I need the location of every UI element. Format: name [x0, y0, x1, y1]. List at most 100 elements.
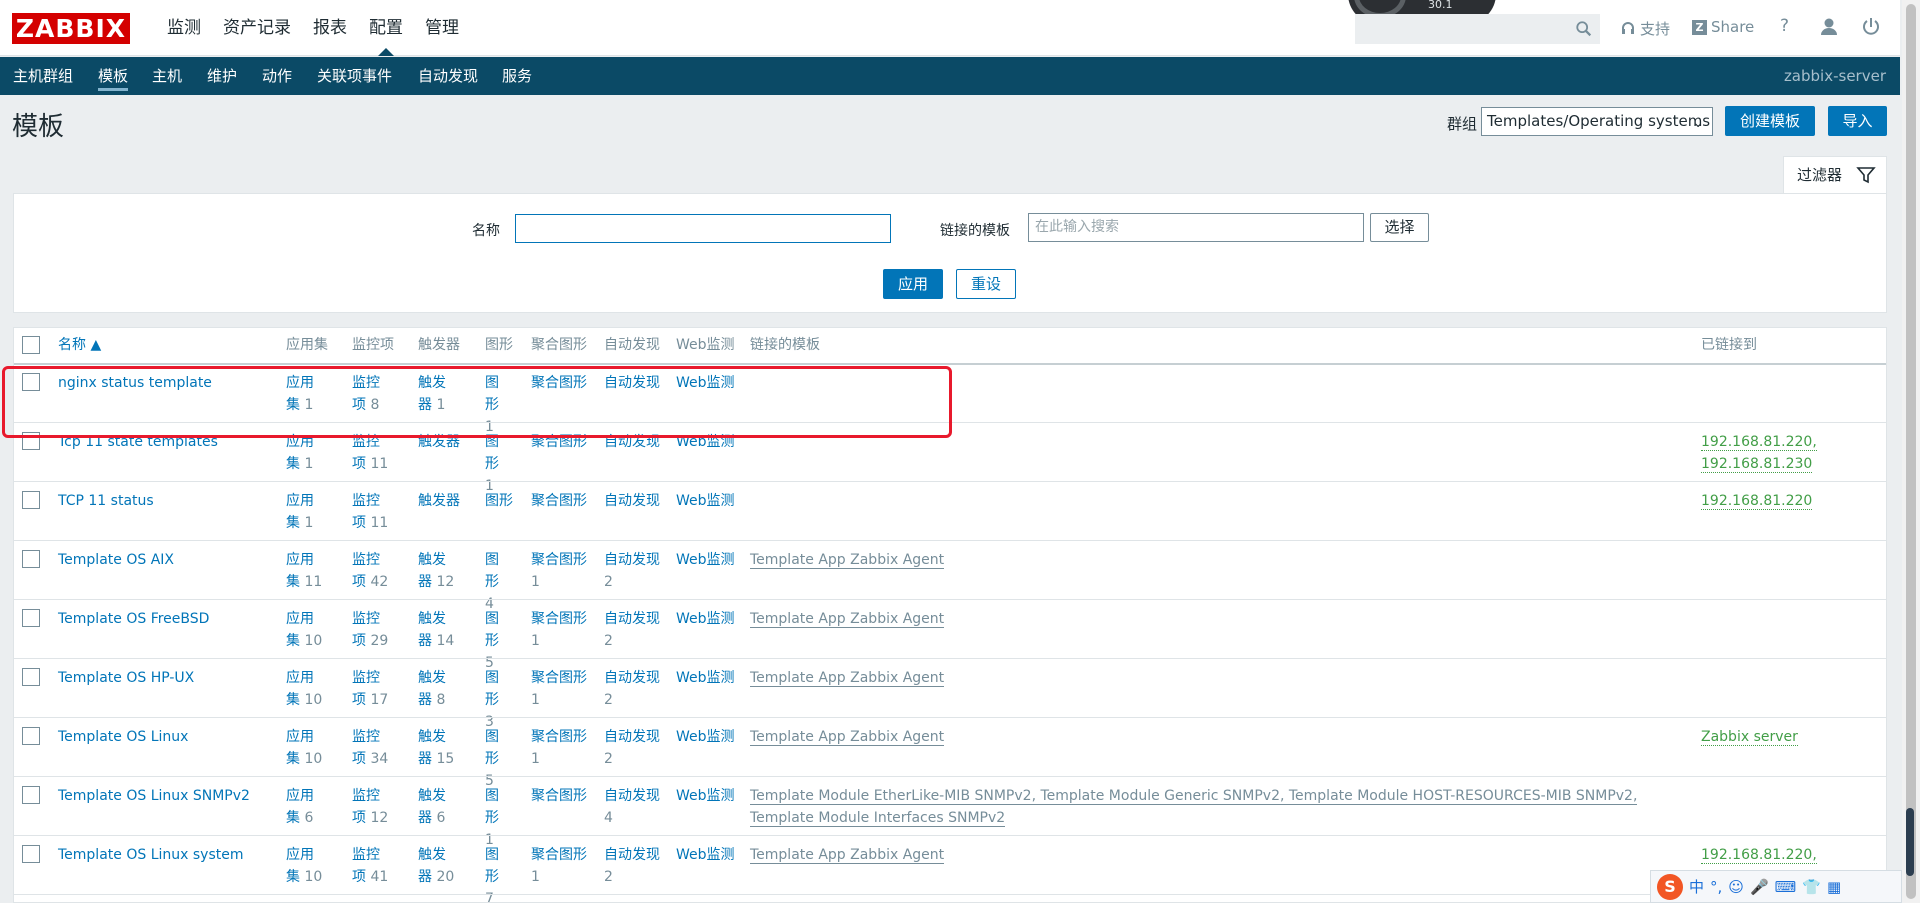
screens-label[interactable]: 聚合图形 — [531, 552, 587, 568]
floating-slider-widget[interactable] — [1906, 808, 1914, 876]
graphs-label[interactable]: 图形 — [485, 434, 499, 472]
linked-template-link[interactable]: Template App Zabbix Agent — [750, 611, 945, 628]
row-checkbox[interactable] — [22, 727, 40, 745]
screens-label[interactable]: 聚合图形 — [531, 670, 587, 686]
menu-administration[interactable]: 管理 — [414, 0, 470, 56]
discovery-label[interactable]: 自动发现 — [604, 847, 660, 863]
items-link[interactable]: 监控项 12 — [352, 785, 392, 829]
discovery-label[interactable]: 自动发现 — [604, 788, 660, 804]
row-checkbox[interactable] — [22, 491, 40, 509]
linked-host-link[interactable]: 192.168.81.220, — [1701, 434, 1817, 451]
screens-link[interactable]: 聚合图形 1 — [531, 844, 587, 888]
discovery-label[interactable]: 自动发现 — [604, 729, 660, 745]
linked-template-link[interactable]: Template Module Interfaces SNMPv2 — [750, 810, 1006, 827]
items-link[interactable]: 监控项 17 — [352, 667, 392, 711]
items-link[interactable]: 监控项 11 — [352, 431, 392, 475]
applications-link[interactable]: 应用集 10 — [286, 667, 326, 711]
reset-button[interactable]: 重设 — [956, 269, 1016, 299]
row-checkbox[interactable] — [22, 373, 40, 391]
screens-label[interactable]: 聚合图形 — [531, 611, 587, 627]
group-select[interactable]: Templates/Operating systems ⌄ — [1481, 107, 1713, 136]
user-profile-icon[interactable] — [1818, 16, 1840, 38]
row-checkbox[interactable] — [22, 786, 40, 804]
graphs-label[interactable]: 图形 — [485, 729, 499, 767]
screens-link[interactable]: 聚合图形 — [531, 431, 601, 453]
linked-templates-input[interactable]: 在此输入搜索 — [1028, 213, 1364, 242]
linked-host-link[interactable]: 192.168.81.230 — [1701, 456, 1813, 473]
screens-link[interactable]: 聚合图形 1 — [531, 608, 587, 652]
linked-template-link[interactable]: Template App Zabbix Agent — [750, 670, 945, 687]
create-template-button[interactable]: 创建模板 — [1725, 106, 1815, 136]
web-scenarios-link[interactable]: Web监测 — [676, 667, 735, 689]
discovery-link[interactable]: 自动发现 2 — [604, 726, 660, 770]
applications-link[interactable]: 应用集 10 — [286, 726, 326, 770]
items-link[interactable]: 监控项 41 — [352, 844, 392, 888]
screens-link[interactable]: 聚合图形 — [531, 785, 601, 807]
template-name-link[interactable]: nginx status template — [58, 372, 212, 394]
ime-keyboard-icon[interactable]: ⌨ — [1775, 878, 1797, 896]
subnav-actions[interactable]: 动作 — [262, 57, 292, 95]
linked-template-link[interactable]: Template App Zabbix Agent — [750, 729, 945, 746]
template-name-link[interactable]: Template OS HP-UX — [58, 667, 194, 689]
items-link[interactable]: 监控项 29 — [352, 608, 392, 652]
linked-template-link[interactable]: Template App Zabbix Agent — [750, 552, 945, 569]
row-checkbox[interactable] — [22, 550, 40, 568]
triggers-link[interactable]: 触发器 — [418, 490, 478, 512]
graphs-label[interactable]: 图形 — [485, 611, 499, 649]
ime-voice-icon[interactable]: 🎤 — [1750, 878, 1769, 896]
triggers-link[interactable]: 触发器 15 — [418, 726, 458, 770]
screens-link[interactable]: 聚合图形 1 — [531, 667, 587, 711]
discovery-link[interactable]: 自动发现 2 — [604, 608, 660, 652]
triggers-link[interactable]: 触发器 20 — [418, 844, 458, 888]
menu-reports[interactable]: 报表 — [302, 0, 358, 56]
menu-monitoring[interactable]: 监测 — [156, 0, 212, 56]
linked-template-link[interactable]: Template Module EtherLike-MIB SNMPv2, Te… — [750, 788, 1638, 805]
screens-label[interactable]: 聚合图形 — [531, 434, 587, 450]
discovery-link[interactable]: 自动发现 2 — [604, 667, 660, 711]
menu-configuration[interactable]: 配置 — [358, 0, 414, 56]
template-name-link[interactable]: Template OS FreeBSD — [58, 608, 209, 630]
discovery-link[interactable]: 自动发现 — [604, 372, 674, 394]
row-checkbox[interactable] — [22, 432, 40, 450]
triggers-label[interactable]: 触发器 — [418, 493, 460, 509]
subnav-discovery[interactable]: 自动发现 — [418, 57, 478, 95]
template-name-link[interactable]: TCP 11 status — [58, 490, 154, 512]
name-filter-input[interactable] — [515, 214, 891, 243]
select-all-checkbox[interactable] — [22, 336, 40, 354]
triggers-link[interactable]: 触发器 1 — [418, 372, 458, 416]
screens-label[interactable]: 聚合图形 — [531, 847, 587, 863]
discovery-label[interactable]: 自动发现 — [604, 493, 660, 509]
items-link[interactable]: 监控项 34 — [352, 726, 392, 770]
subnav-event-correlation[interactable]: 关联项事件 — [317, 57, 392, 95]
graphs-label[interactable]: 图形 — [485, 670, 499, 708]
applications-link[interactable]: 应用集 1 — [286, 490, 326, 534]
template-name-link[interactable]: Template OS AIX — [58, 549, 174, 571]
subnav-templates[interactable]: 模板 — [98, 57, 129, 95]
triggers-link[interactable]: 触发器 6 — [418, 785, 458, 829]
web-scenarios-link[interactable]: Web监测 — [676, 372, 735, 394]
discovery-label[interactable]: 自动发现 — [604, 552, 660, 568]
triggers-link[interactable]: 触发器 14 — [418, 608, 458, 652]
menu-inventory[interactable]: 资产记录 — [212, 0, 302, 56]
web-scenarios-link[interactable]: Web监测 — [676, 608, 735, 630]
items-link[interactable]: 监控项 11 — [352, 490, 392, 534]
items-link[interactable]: 监控项 42 — [352, 549, 392, 593]
share-link[interactable]: Z Share — [1692, 18, 1754, 36]
web-scenarios-link[interactable]: Web监测 — [676, 844, 735, 866]
graphs-link[interactable]: 图形 — [485, 490, 525, 512]
linked-host-link[interactable]: Zabbix server — [1701, 729, 1798, 746]
ime-logo-icon[interactable]: S — [1657, 873, 1683, 900]
screens-link[interactable]: 聚合图形 1 — [531, 549, 587, 593]
graphs-label[interactable]: 图形 — [485, 552, 499, 590]
triggers-label[interactable]: 触发器 — [418, 434, 460, 450]
graphs-label[interactable]: 图形 — [485, 847, 499, 885]
select-button[interactable]: 选择 — [1370, 213, 1429, 242]
web-scenarios-link[interactable]: Web监测 — [676, 785, 735, 807]
triggers-link[interactable]: 触发器 — [418, 431, 478, 453]
subnav-host-groups[interactable]: 主机群组 — [13, 57, 73, 95]
discovery-link[interactable]: 自动发现 — [604, 431, 674, 453]
subnav-hosts[interactable]: 主机 — [152, 57, 182, 95]
triggers-link[interactable]: 触发器 12 — [418, 549, 458, 593]
triggers-link[interactable]: 触发器 8 — [418, 667, 458, 711]
subnav-services[interactable]: 服务 — [502, 57, 532, 95]
